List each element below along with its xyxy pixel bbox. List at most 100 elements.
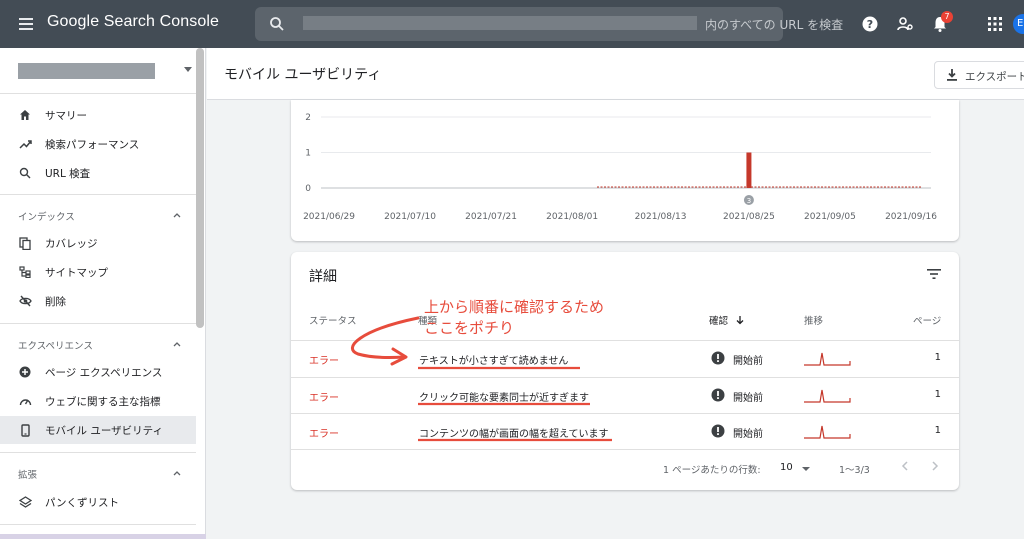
status-cell: エラー [309, 356, 339, 367]
sidebar-item-label: 検索パフォーマンス [45, 138, 140, 151]
add-circle-icon [18, 365, 32, 379]
chevron-right-icon[interactable] [928, 459, 942, 473]
url-inspect-search[interactable]: 内のすべての URL を検査 [255, 7, 843, 41]
sidebar-item-label: ページ エクスペリエンス [45, 366, 163, 379]
x-tick-label: 2021/08/01 [546, 212, 598, 222]
svg-text:?: ? [867, 18, 873, 31]
sidebar-item-label: パンくずリスト [45, 496, 120, 509]
collapse-icon[interactable] [172, 468, 182, 478]
search-icon [18, 166, 32, 180]
x-tick-label: 2021/08/13 [635, 212, 687, 222]
section-header-experience: エクスペリエンス [18, 341, 93, 352]
collapse-icon[interactable] [172, 339, 182, 349]
sidebar-item-url-inspection[interactable]: URL 検査 [0, 159, 196, 187]
sidebar-scrollbar[interactable] [196, 48, 204, 328]
visibility-off-icon [18, 294, 32, 308]
divider [0, 524, 196, 525]
sidebar-item-label: カバレッジ [45, 237, 98, 250]
sidebar-item-label: モバイル ユーザビリティ [45, 424, 163, 437]
details-card: 詳細 ステータス 種類 確認 推移 ページ エラー テキストが小さすぎて読めませ… [291, 252, 959, 490]
info-exclamation-icon [711, 351, 725, 365]
table-row[interactable]: エラー テキストが小さすぎて読めません 開始前 1 [291, 341, 959, 377]
filter-icon[interactable] [927, 268, 941, 280]
issue-type-cell[interactable]: クリック可能な要素同士が近すぎます [419, 389, 589, 404]
table-row[interactable]: エラー コンテンツの幅が画面の幅を超えています 開始前 1 [291, 414, 959, 450]
info-exclamation-icon [711, 388, 725, 402]
divider [0, 93, 196, 94]
verify-status-cell: 開始前 [733, 393, 763, 404]
sidebar-item-summary[interactable]: サマリー [0, 101, 196, 129]
status-cell: エラー [309, 429, 339, 440]
collapse-icon[interactable] [172, 210, 182, 220]
rows-per-page-value: 10 [780, 462, 793, 473]
sidebar-bottom-strip [0, 534, 206, 539]
account-avatar[interactable]: E [1013, 14, 1024, 34]
notification-badge: 7 [941, 11, 953, 23]
mobile-usability-chart: 0 1 2 2021/06/29 2021/07/10 2021/07/21 2021/08… [303, 113, 937, 222]
sidebar-item-label: ウェブに関する主な指標 [45, 395, 161, 408]
page-header: モバイル ユーザビリティ エクスポート [207, 48, 1024, 100]
export-label: エクスポート [965, 71, 1024, 83]
help-icon[interactable]: ? [861, 15, 879, 33]
issue-type-cell[interactable]: テキストが小さすぎて読めません [419, 352, 568, 367]
menu-icon[interactable] [16, 14, 36, 34]
section-header-enhancements: 拡張 [18, 470, 38, 481]
details-title: 詳細 [309, 269, 337, 285]
divider [291, 449, 959, 450]
divider [0, 194, 196, 195]
chevron-left-icon[interactable] [898, 459, 912, 473]
divider [0, 323, 196, 324]
column-header-pages[interactable]: ページ [913, 313, 941, 327]
search-icon [270, 17, 284, 31]
table-row[interactable]: エラー クリック可能な要素同士が近すぎます 開始前 1 [291, 378, 959, 414]
section-header-index: インデックス [18, 212, 75, 223]
apps-grid-icon[interactable] [986, 15, 1004, 33]
column-header-verify-label: 確認 [709, 316, 729, 327]
x-tick-label: 2021/09/05 [804, 212, 856, 222]
dropdown-caret-icon [802, 467, 810, 471]
trend-sparkline [804, 425, 851, 439]
download-icon [947, 69, 957, 81]
pagination-range: 1〜3/3 [839, 465, 870, 476]
status-cell: エラー [309, 393, 339, 404]
x-tick-label: 2021/08/25 [723, 212, 775, 222]
rows-per-page-select[interactable]: 10 [780, 459, 816, 477]
home-icon [18, 108, 32, 122]
sidebar-item-performance[interactable]: 検索パフォーマンス [0, 130, 196, 158]
property-dropdown-caret-icon[interactable] [184, 67, 192, 72]
chart-bar[interactable] [746, 152, 752, 189]
sidebar-item-sitemaps[interactable]: サイトマップ [0, 258, 196, 286]
sidebar-item-removals[interactable]: 削除 [0, 287, 196, 315]
layers-icon [18, 495, 32, 509]
pages-cell: 1 [934, 352, 941, 363]
sidebar-item-coverage[interactable]: カバレッジ [0, 229, 196, 257]
speed-icon [18, 394, 32, 408]
verify-status-cell: 開始前 [733, 356, 763, 367]
search-placeholder[interactable]: 内のすべての URL を検査 [705, 16, 843, 33]
chart-card: 0 1 2 2021/06/29 2021/07/10 2021/07/21 2021/08… [291, 100, 959, 241]
app-title[interactable]: Google Search Console [47, 13, 219, 31]
manage-users-icon[interactable] [896, 15, 914, 33]
annotation-text: 上から順番に確認するため ここをポチり [424, 297, 604, 339]
column-header-trend: 推移 [804, 316, 824, 327]
x-tick-label: 2021/06/29 [303, 212, 355, 222]
smartphone-icon [18, 423, 32, 437]
pages-cell: 1 [934, 389, 941, 400]
redacted-property-name [18, 63, 155, 79]
sidebar-item-page-experience[interactable]: ページ エクスペリエンス [0, 358, 196, 386]
sidebar-item-breadcrumbs[interactable]: パンくずリスト [0, 488, 196, 516]
export-button[interactable]: エクスポート [934, 61, 1024, 89]
copy-icon [18, 236, 32, 250]
trend-sparkline [804, 352, 851, 366]
sidebar-item-core-web-vitals[interactable]: ウェブに関する主な指標 [0, 387, 196, 415]
column-header-verify[interactable]: 確認 [709, 313, 745, 327]
annotation-line: 上から順番に確認するため [424, 298, 605, 316]
trending-up-icon [18, 137, 32, 151]
sidebar-item-label: 削除 [45, 295, 66, 308]
sidebar-item-mobile-usability[interactable]: モバイル ユーザビリティ [0, 416, 196, 444]
x-tick-label: 2021/09/16 [885, 212, 937, 222]
sidebar-item-label: サマリー [45, 109, 87, 122]
y-tick-label: 1 [305, 149, 311, 159]
column-header-status[interactable]: ステータス [309, 313, 357, 327]
issue-type-cell[interactable]: コンテンツの幅が画面の幅を超えています [419, 425, 609, 440]
